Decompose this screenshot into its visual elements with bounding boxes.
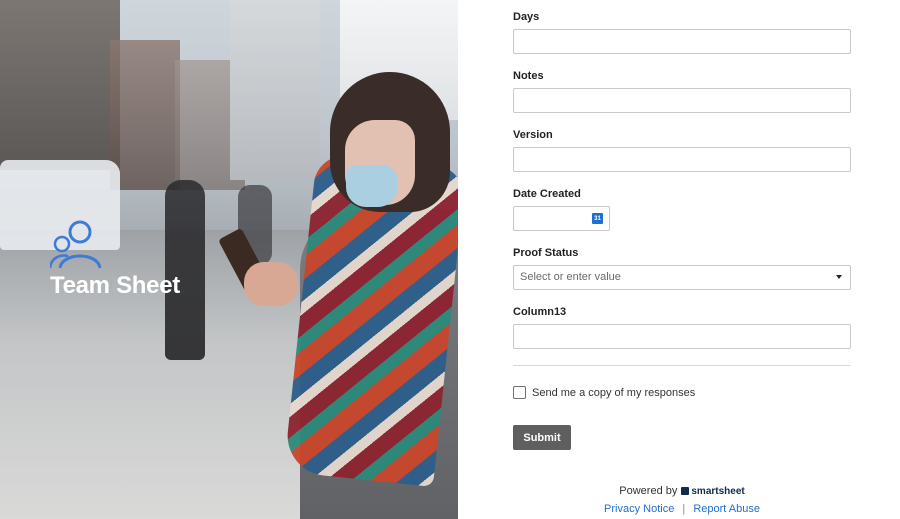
face-mask xyxy=(346,165,398,207)
privacy-notice-link[interactable]: Privacy Notice xyxy=(604,503,674,515)
submit-button[interactable]: Submit xyxy=(513,425,571,450)
footer-links: Privacy Notice | Report Abuse xyxy=(513,503,851,515)
field-label: Version xyxy=(513,129,553,141)
smartsheet-mark-icon xyxy=(681,487,690,495)
field-days: Days xyxy=(513,11,851,54)
people-icon xyxy=(50,220,102,269)
copy-responses-row[interactable]: Send me a copy of my responses xyxy=(513,386,695,399)
field-date-created: Date Created 31 xyxy=(513,188,851,231)
field-column13: Column13 xyxy=(513,306,851,349)
brand-name: Team Sheet xyxy=(50,272,180,299)
proof-status-select[interactable]: Select or enter value xyxy=(513,265,851,290)
smartsheet-logo[interactable]: smartsheet xyxy=(681,485,745,497)
field-label: Proof Status xyxy=(513,247,579,259)
column13-input[interactable] xyxy=(513,324,851,349)
field-proof-status: Proof Status Select or enter value xyxy=(513,247,851,290)
powered-by: Powered by smartsheet xyxy=(513,485,851,497)
field-version: Version xyxy=(513,129,851,172)
background-building xyxy=(0,0,120,170)
notes-input[interactable] xyxy=(513,88,851,113)
date-created-input[interactable]: 31 xyxy=(513,206,610,231)
hero-image: Team Sheet xyxy=(0,0,458,519)
field-label: Notes xyxy=(513,70,544,82)
field-notes: Notes xyxy=(513,70,851,113)
background-building xyxy=(110,40,180,190)
field-label: Days xyxy=(513,11,540,23)
field-label: Column13 xyxy=(513,306,567,318)
divider xyxy=(513,365,851,366)
copy-responses-label[interactable]: Send me a copy of my responses xyxy=(532,387,695,399)
smartsheet-logo-text: smartsheet xyxy=(691,485,745,497)
chevron-down-icon[interactable] xyxy=(836,275,842,279)
copy-responses-checkbox[interactable] xyxy=(513,386,526,399)
pedestrian xyxy=(165,180,205,360)
powered-by-text: Powered by xyxy=(619,485,678,497)
days-input[interactable] xyxy=(513,29,851,54)
field-label: Date Created xyxy=(513,188,581,200)
brand: Team Sheet xyxy=(50,218,180,299)
background-tower xyxy=(230,0,320,180)
link-separator: | xyxy=(682,503,686,515)
version-input[interactable] xyxy=(513,147,851,172)
hand xyxy=(244,262,298,306)
calendar-icon[interactable]: 31 xyxy=(592,213,603,224)
select-placeholder: Select or enter value xyxy=(520,271,621,283)
footer: Powered by smartsheet Privacy Notice | R… xyxy=(513,485,851,515)
report-abuse-link[interactable]: Report Abuse xyxy=(693,503,760,515)
